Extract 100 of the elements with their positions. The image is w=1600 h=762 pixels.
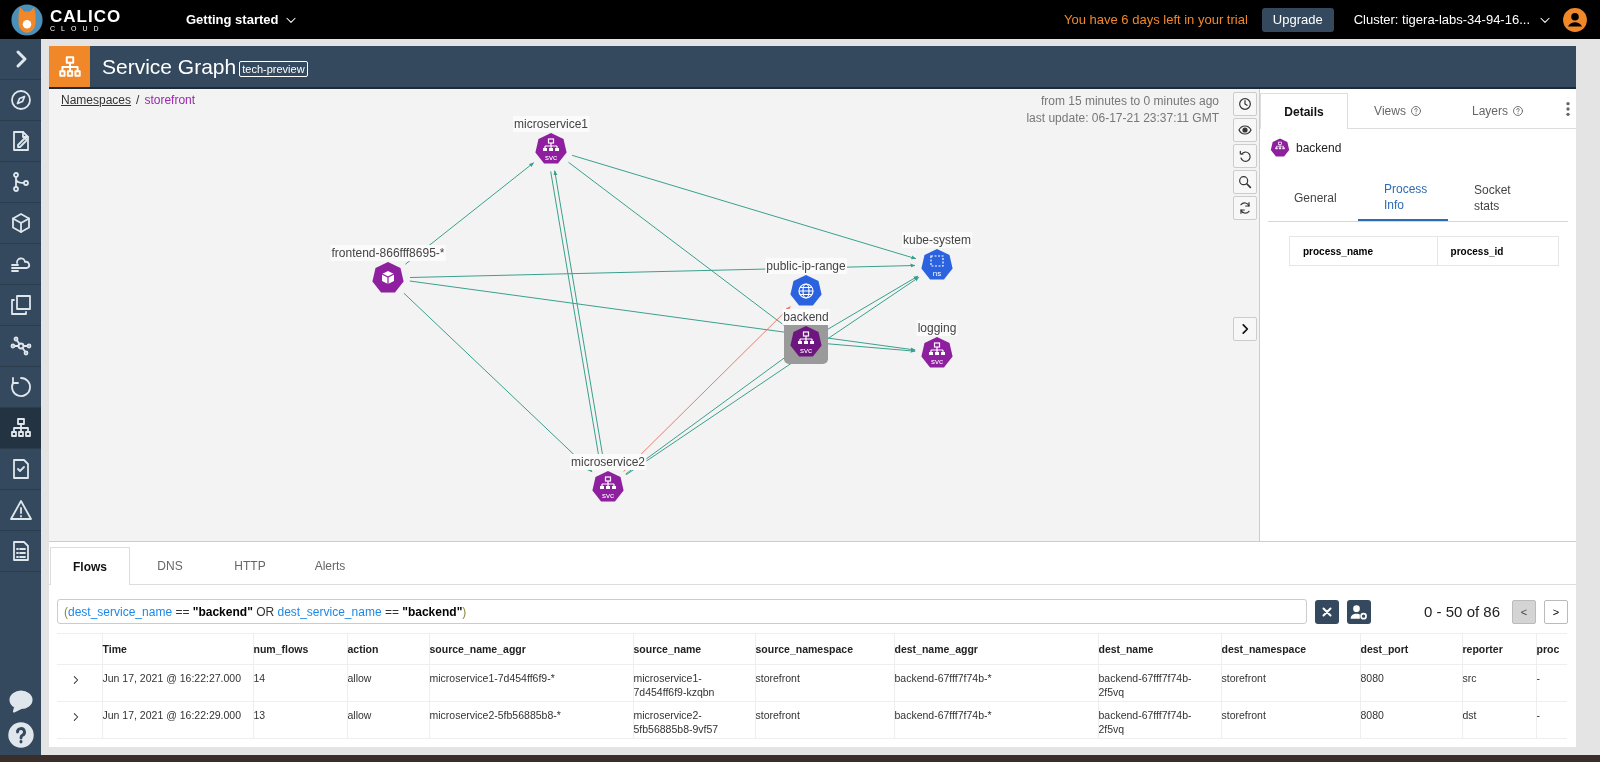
network-icon bbox=[8, 334, 33, 358]
hexagon-cube-icon[interactable] bbox=[372, 262, 404, 293]
flow-tab[interactable]: Alerts bbox=[290, 547, 370, 584]
cluster-selector[interactable]: Cluster: tigera-labs-34-94-16... bbox=[1353, 12, 1552, 27]
panel-tab[interactable]: Layers bbox=[1448, 93, 1548, 128]
hexagon-hierarchy-icon[interactable] bbox=[921, 337, 953, 368]
flow-tab[interactable]: HTTP bbox=[210, 547, 290, 584]
compass-icon bbox=[8, 88, 33, 112]
next-page-button[interactable]: > bbox=[1544, 599, 1568, 624]
eye-icon bbox=[1237, 122, 1253, 138]
table-cell: microservice1-7d454ff6f9-kzqbn bbox=[633, 664, 755, 702]
table-cell: backend-67fff7f74b-2f5vq bbox=[1098, 701, 1221, 739]
hierarchy-icon bbox=[8, 416, 33, 440]
help-icon bbox=[1409, 104, 1422, 117]
table-cell: Jun 17, 2021 @ 16:22:27.000 bbox=[102, 664, 253, 702]
selected-node-name: backend bbox=[1296, 141, 1342, 155]
preview-tag: tech-preview bbox=[239, 60, 308, 77]
node-type-label: svc bbox=[545, 153, 557, 162]
node-label: backend bbox=[782, 309, 830, 325]
hexagon-hierarchy-icon[interactable] bbox=[592, 471, 624, 502]
node-type-label: svc bbox=[800, 346, 812, 355]
last-update: last update: 06-17-21 23:37:11 GMT bbox=[1026, 110, 1219, 127]
column-header: dest_port bbox=[1360, 633, 1462, 665]
graph-tool-button[interactable] bbox=[1233, 118, 1257, 142]
refresh-icon bbox=[1237, 200, 1253, 216]
column-header: reporter bbox=[1462, 633, 1536, 665]
node-type-label: ns bbox=[932, 269, 942, 278]
panel-tab[interactable]: Details bbox=[1260, 93, 1348, 129]
table-cell: src bbox=[1462, 664, 1536, 702]
hexagon-hierarchy-icon bbox=[1270, 138, 1290, 158]
logo-title: CALICO bbox=[50, 7, 122, 25]
help-icon bbox=[1512, 104, 1524, 117]
cycle-icon bbox=[8, 375, 33, 399]
flow-tab[interactable]: Flows bbox=[50, 547, 130, 585]
column-header: dest_namespace bbox=[1221, 633, 1360, 665]
table-cell: backend-67fff7f74b-2f5vq bbox=[1098, 664, 1221, 702]
breadcrumb-separator: / bbox=[136, 93, 140, 107]
breadcrumb-link[interactable]: Namespaces bbox=[61, 93, 132, 107]
table-cell: microservice2-5fb56885b8-* bbox=[429, 701, 633, 739]
node-type-label: svc bbox=[931, 357, 943, 366]
close-icon bbox=[1320, 604, 1334, 619]
graph-tool-button[interactable] bbox=[1233, 196, 1257, 220]
node-label: public-ip-range bbox=[765, 258, 847, 274]
chevron-right-icon bbox=[71, 712, 81, 722]
time-range: from 15 minutes to 0 minutes ago bbox=[1039, 93, 1219, 110]
table-cell: 14 bbox=[253, 664, 347, 702]
node-label: microservice2 bbox=[570, 454, 647, 470]
table-cell: storefront bbox=[755, 664, 894, 702]
column-header: process_name bbox=[1289, 236, 1438, 266]
column-header: source_namespace bbox=[755, 633, 894, 665]
column-header: dest_name bbox=[1098, 633, 1221, 665]
node-type-label: svc bbox=[602, 491, 614, 500]
pagination-range: 0 - 50 of 86 bbox=[1424, 603, 1500, 620]
clock-icon bbox=[1237, 96, 1253, 112]
hexagon-globe-icon[interactable] bbox=[790, 275, 822, 306]
graph-tool-button[interactable] bbox=[1233, 92, 1257, 116]
sidebar-item[interactable] bbox=[0, 408, 41, 449]
table-cell: allow bbox=[347, 664, 429, 702]
table-cell: 8080 bbox=[1360, 664, 1462, 702]
detail-subtab[interactable]: Socket stats bbox=[1448, 175, 1538, 221]
search-icon bbox=[1237, 174, 1253, 190]
table-cell: microservice2-5fb56885b8-9vf57 bbox=[633, 701, 755, 739]
getting-started-menu[interactable]: Getting started bbox=[180, 11, 305, 28]
clear-button[interactable] bbox=[1315, 599, 1339, 624]
column-header: dest_name_aggr bbox=[894, 633, 1098, 665]
detail-subtab[interactable]: General bbox=[1268, 175, 1358, 221]
help-icon[interactable] bbox=[6, 721, 35, 749]
node-label: kube-system bbox=[902, 232, 972, 248]
hexagon-hierarchy-icon[interactable] bbox=[790, 326, 822, 357]
table-cell: microservice1-7d454ff6f9-* bbox=[429, 664, 633, 702]
flow-tab[interactable]: DNS bbox=[130, 547, 210, 584]
panel-tab[interactable]: Views bbox=[1348, 93, 1448, 128]
trial-notice: You have 6 days left in your trial bbox=[1064, 12, 1248, 27]
hexagon-hierarchy-icon[interactable] bbox=[535, 133, 567, 164]
user-settings-button[interactable] bbox=[1347, 599, 1371, 624]
filter-field[interactable]: (dest_service_name == "backend" OR dest_service_name == "backend") bbox=[57, 599, 1307, 624]
layers-icon bbox=[8, 293, 33, 317]
table-cell: storefront bbox=[755, 701, 894, 739]
column-header: Time bbox=[102, 633, 253, 665]
chevron-right-icon bbox=[71, 675, 81, 685]
upgrade-button[interactable]: Upgrade bbox=[1261, 7, 1334, 32]
page-title: Service Graph bbox=[102, 54, 237, 79]
table-cell: dst bbox=[1462, 701, 1536, 739]
table-cell: backend-67fff7f74b-* bbox=[894, 701, 1098, 739]
table-cell: storefront bbox=[1221, 701, 1360, 739]
logo-icon bbox=[10, 2, 44, 37]
column-header: num_flows bbox=[253, 633, 347, 665]
warning-icon bbox=[8, 498, 33, 522]
graph-tool-button[interactable] bbox=[1233, 170, 1257, 194]
table-cell: 8080 bbox=[1360, 701, 1462, 739]
breadcrumb-current: storefront bbox=[144, 93, 196, 107]
detail-subtab[interactable]: Process Info bbox=[1358, 175, 1448, 221]
table-cell: 13 bbox=[253, 701, 347, 739]
column-header: source_name_aggr bbox=[429, 633, 633, 665]
graph-tool-button[interactable] bbox=[1233, 144, 1257, 168]
expand-panel-button[interactable] bbox=[1233, 317, 1257, 341]
undo-icon bbox=[1237, 148, 1253, 164]
user-avatar-icon[interactable] bbox=[1562, 6, 1588, 33]
node-label: logging bbox=[916, 320, 958, 336]
column-header: action bbox=[347, 633, 429, 665]
